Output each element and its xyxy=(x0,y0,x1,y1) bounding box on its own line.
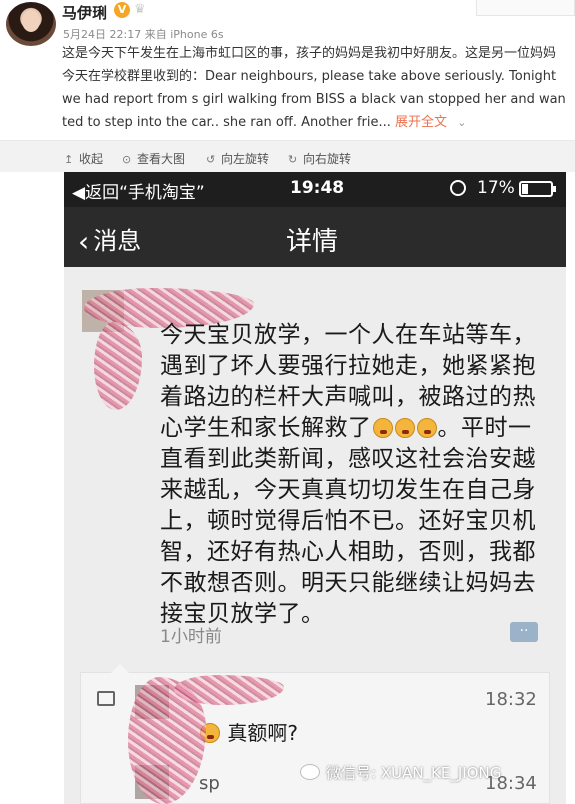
top-right-panel xyxy=(476,0,575,16)
nav-back-label: 消息 xyxy=(93,227,142,255)
collapse-button[interactable]: ↥ 收起 xyxy=(64,150,103,167)
magnify-icon: ⊙ xyxy=(122,153,132,166)
phone-status-bar: ◀返回“手机淘宝” 19:48 17% xyxy=(64,172,566,207)
back-to-app-label: ◀返回“手机淘宝” xyxy=(72,183,205,203)
comment-bubble-icon xyxy=(97,691,115,706)
moment-text-part-2: 。平时一直看到此类新闻，感叹这社会治安越来越乱，今天真真切切发生在自己身上，顿时… xyxy=(160,415,536,627)
redaction-scribble xyxy=(94,322,142,410)
rotate-left-button[interactable]: ↺ 向左旋转 xyxy=(206,150,269,167)
post-meta: 5月24日 22:17 来自 iPhone 6s xyxy=(63,26,224,42)
rotate-right-button[interactable]: ↻ 向右旋转 xyxy=(288,150,351,167)
rotation-lock-icon xyxy=(450,180,466,196)
author-avatar[interactable] xyxy=(6,2,56,46)
weibo-post-page: 马伊琍 V ♛ 5月24日 22:17 来自 iPhone 6s 这是今天下午发… xyxy=(0,0,575,804)
rotate-right-icon: ↻ xyxy=(288,153,298,166)
wechat-watermark: 微信号: XUAN_KE_JIONG xyxy=(300,762,501,783)
view-large-label: 查看大图 xyxy=(137,152,186,166)
expand-full-text-link[interactable]: 展开全文 xyxy=(395,115,447,130)
image-toolbar: ↥ 收起 ⊙ 查看大图 ↺ 向左旋转 ↻ 向右旋转 xyxy=(0,140,575,172)
chevron-left-icon: ‹ xyxy=(78,225,90,258)
post-date[interactable]: 5月24日 22:17 xyxy=(63,28,141,41)
verified-badge-icon: V xyxy=(114,2,130,18)
battery-icon xyxy=(519,181,556,197)
rotate-left-label: 向左旋转 xyxy=(221,152,270,166)
post-body: 这是今天下午发生在上海市虹口区的事，孩子的妈妈是我初中好朋友。这是另一位妈妈今天… xyxy=(62,42,568,134)
crying-emoji-icon xyxy=(416,418,437,438)
embedded-phone-screenshot[interactable]: ◀返回“手机淘宝” 19:48 17% ‹ 消息 详情 今天宝贝放学，一个人在车站… xyxy=(64,172,566,804)
collapse-icon: ↥ xyxy=(64,153,74,166)
battery-percent: 17% xyxy=(477,178,515,198)
comment-time: 18:32 xyxy=(485,689,537,710)
nav-back-button: ‹ 消息 xyxy=(78,221,142,258)
view-large-image-button[interactable]: ⊙ 查看大图 xyxy=(122,150,185,167)
moment-text: 今天宝贝放学，一个人在车站等车，遇到了坏人要强行拉她走，她紧紧抱着路边的栏杆大声… xyxy=(160,320,552,630)
wechat-icon xyxy=(300,764,320,780)
author-name[interactable]: 马伊琍 xyxy=(62,2,107,23)
moment-timestamp: 1小时前 xyxy=(160,627,222,647)
nav-title: 详情 xyxy=(286,227,339,257)
comment-text: 真额啊? xyxy=(199,717,298,746)
status-time: 19:48 xyxy=(290,178,345,198)
phone-nav-bar: ‹ 消息 详情 xyxy=(64,207,566,267)
post-text: 这是今天下午发生在上海市虹口区的事，孩子的妈妈是我初中好朋友。这是另一位妈妈今天… xyxy=(62,46,566,130)
rotate-left-icon: ↺ xyxy=(206,153,216,166)
post-source-prefix: 来自 xyxy=(144,28,167,41)
collapse-label: 收起 xyxy=(79,152,104,166)
comment-menu-icon: ·· xyxy=(510,622,538,642)
comment-text-value: 真额啊? xyxy=(227,721,298,745)
crying-emoji-icon xyxy=(372,418,393,438)
rotate-right-label: 向右旋转 xyxy=(303,152,352,166)
member-crown-icon: ♛ xyxy=(134,2,146,17)
post-source[interactable]: iPhone 6s xyxy=(170,28,223,41)
watermark-text: 微信号: XUAN_KE_JIONG xyxy=(326,764,502,782)
chevron-down-icon[interactable]: ⌄ xyxy=(457,111,466,134)
crying-emoji-icon xyxy=(394,418,415,438)
commenter-name-fragment: sp xyxy=(199,773,220,794)
